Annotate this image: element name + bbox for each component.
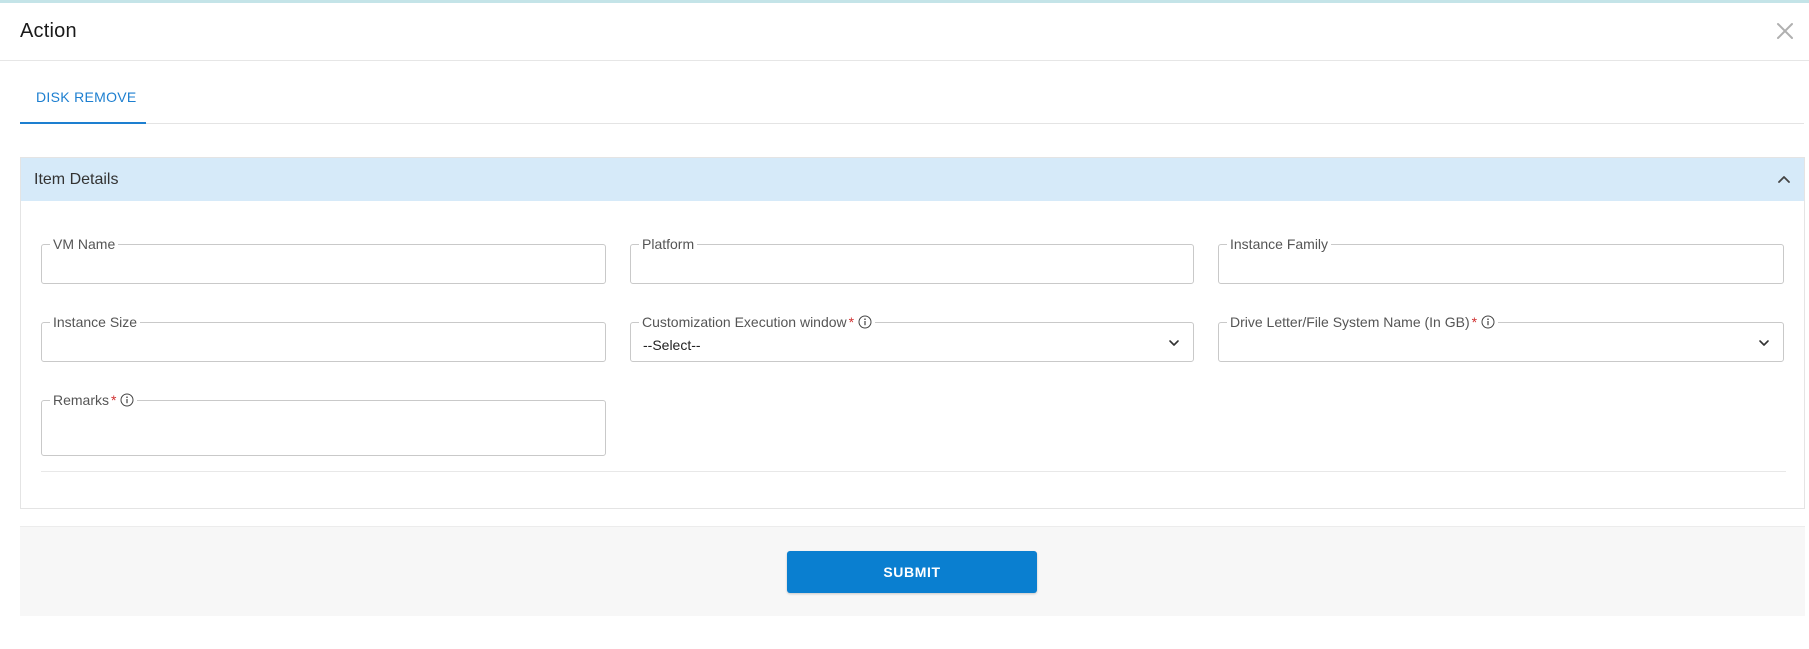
remarks-field: Remarks * (41, 392, 606, 456)
info-icon[interactable] (858, 315, 872, 329)
chevron-down-icon[interactable] (1757, 336, 1771, 350)
info-icon[interactable] (1481, 315, 1495, 329)
chevron-up-icon[interactable] (1776, 172, 1792, 188)
vm-name-input[interactable] (42, 245, 605, 283)
customization-window-value: --Select-- (643, 337, 701, 353)
instance-family-input[interactable] (1219, 245, 1783, 283)
vm-name-field: VM Name (41, 236, 606, 284)
customization-window-label: Customization Execution window * (639, 314, 876, 330)
customization-window-select[interactable]: Customization Execution window * --Select… (630, 314, 1194, 362)
panel-title: Item Details (34, 171, 119, 188)
required-marker: * (848, 314, 855, 330)
close-icon[interactable] (1773, 19, 1797, 43)
item-details-panel: Item Details VM Name Platform Instance F… (20, 157, 1805, 509)
instance-size-field: Instance Size (41, 314, 606, 362)
tab-label: DISK REMOVE (36, 89, 137, 105)
drive-letter-select[interactable]: Drive Letter/File System Name (In GB) * (1218, 314, 1784, 362)
dialog-footer: SUBMIT (20, 526, 1805, 616)
platform-field: Platform (630, 236, 1194, 284)
tab-disk-remove[interactable]: DISK REMOVE (20, 62, 146, 124)
chevron-down-icon[interactable] (1167, 336, 1181, 350)
platform-input[interactable] (631, 245, 1193, 283)
remarks-textarea[interactable] (42, 401, 605, 455)
submit-button[interactable]: SUBMIT (787, 551, 1037, 593)
tab-bar: DISK REMOVE (20, 62, 1804, 124)
panel-header[interactable]: Item Details (21, 158, 1804, 201)
dialog-title: Action (20, 20, 77, 42)
drive-letter-label: Drive Letter/File System Name (In GB) * (1227, 314, 1499, 330)
instance-family-field: Instance Family (1218, 236, 1784, 284)
dialog-header: Action (0, 3, 1809, 61)
instance-size-input[interactable] (42, 323, 605, 361)
panel-divider (41, 471, 1786, 472)
required-marker: * (1471, 314, 1478, 330)
